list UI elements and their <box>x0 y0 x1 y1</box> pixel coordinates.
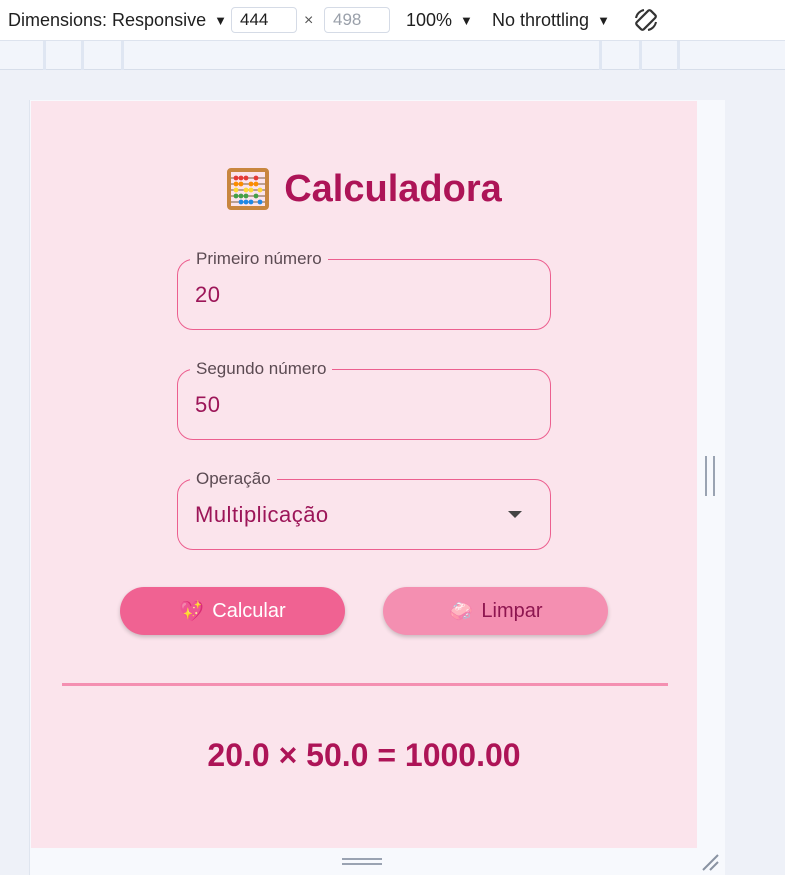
second-number-label: Segundo número <box>190 359 333 379</box>
calculate-button[interactable]: 💖 Calcular <box>120 587 345 635</box>
first-number-label: Primeiro número <box>190 249 328 269</box>
resize-corner-icon[interactable] <box>700 852 720 872</box>
width-value: 444 <box>240 10 269 29</box>
rotate-icon[interactable] <box>632 6 660 34</box>
dimensions-dropdown[interactable]: Dimensions: Responsive ▼ <box>8 10 227 31</box>
sparkling-heart-icon: 💖 <box>179 600 205 623</box>
page-title: Calculadora <box>31 167 697 211</box>
width-input[interactable]: 444 <box>231 7 297 33</box>
operation-select[interactable]: Operação Multiplicação <box>177 469 551 550</box>
height-value: 498 <box>333 10 362 29</box>
resize-handle-bottom[interactable] <box>342 858 382 868</box>
zoom-dropdown[interactable]: 100% ▼ <box>406 10 473 31</box>
second-number-field[interactable]: Segundo número 50 <box>177 359 551 440</box>
first-number-field[interactable]: Primeiro número 20 <box>177 249 551 330</box>
media-query-ruler[interactable] <box>0 41 785 70</box>
title-text: Calculadora <box>284 167 502 210</box>
chevron-down-icon: ▼ <box>460 12 473 28</box>
device-viewport: Calculadora Primeiro número 20 Segundo n… <box>29 100 725 875</box>
resize-handle-right[interactable] <box>705 456 715 496</box>
chevron-down-icon: ▼ <box>214 12 227 28</box>
calculate-label: Calcular <box>212 599 286 622</box>
divider <box>62 683 668 686</box>
soap-icon: 🧼 <box>448 600 474 623</box>
operation-value: Multiplicação <box>195 502 329 527</box>
throttling-label: No throttling <box>492 9 590 30</box>
calculator-app: Calculadora Primeiro número 20 Segundo n… <box>31 101 697 848</box>
abacus-icon <box>227 168 270 210</box>
result-text: 20.0 × 50.0 = 1000.00 <box>207 737 521 773</box>
first-number-value: 20 <box>195 282 221 307</box>
zoom-label: 100% <box>406 9 453 30</box>
devtools-device-toolbar: Dimensions: Responsive ▼ 444 × 498 100% … <box>0 0 785 41</box>
operation-label: Operação <box>190 469 277 489</box>
chevron-down-icon: ▼ <box>597 12 610 28</box>
second-number-value: 50 <box>195 392 221 417</box>
times-symbol: × <box>304 12 314 29</box>
height-input[interactable]: 498 <box>324 7 390 33</box>
dimensions-label: Dimensions: Responsive <box>8 9 207 30</box>
throttling-dropdown[interactable]: No throttling ▼ <box>492 10 610 31</box>
dropdown-arrow-icon[interactable] <box>508 511 522 518</box>
clear-label: Limpar <box>481 599 543 622</box>
clear-button[interactable]: 🧼 Limpar <box>383 587 608 635</box>
